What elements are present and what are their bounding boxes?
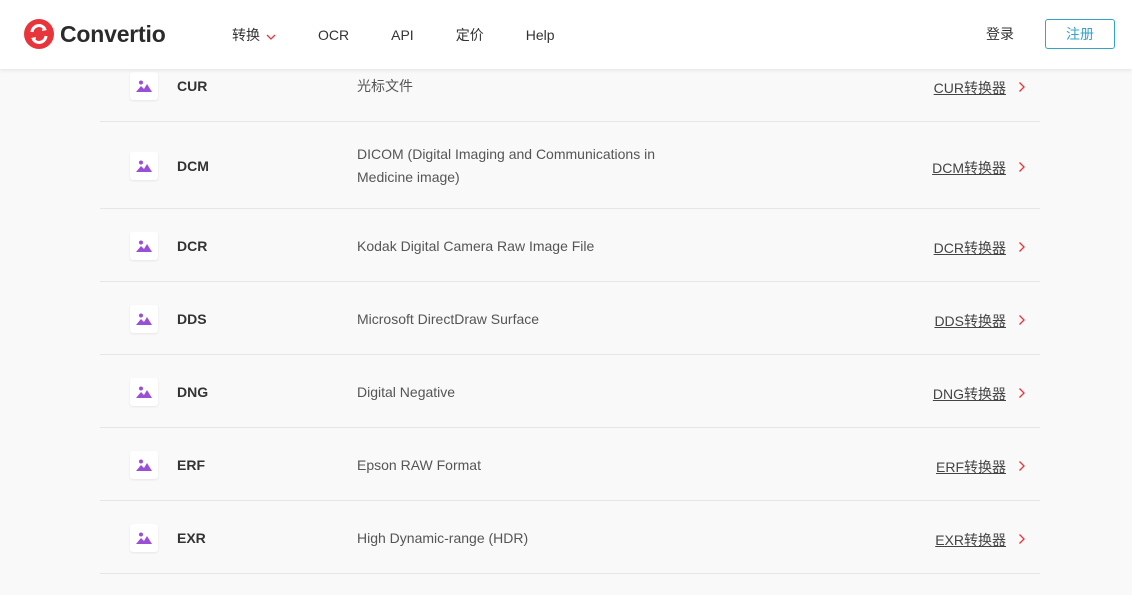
image-icon xyxy=(130,523,158,552)
converter-link[interactable]: DCR转换器 xyxy=(934,238,1006,258)
format-ext: DCR xyxy=(177,237,208,254)
format-ext: DDS xyxy=(177,310,207,327)
site-header: Convertio 转换 OCR API 定价 Help 登录 注册 xyxy=(0,0,1132,69)
image-icon xyxy=(130,450,158,479)
format-ext: DNG xyxy=(177,383,209,400)
chevron-down-icon xyxy=(266,27,276,43)
chevron-right-icon[interactable] xyxy=(1018,240,1026,252)
format-description: Microsoft DirectDraw Surface xyxy=(357,310,540,327)
chevron-right-icon[interactable] xyxy=(1018,386,1026,398)
chevron-right-icon[interactable] xyxy=(1018,160,1026,172)
nav-item-convert[interactable]: 转换 xyxy=(232,25,276,45)
nav-item-ocr[interactable]: OCR xyxy=(318,27,349,43)
format-row: DCR Kodak Digital Camera Raw Image File DC… xyxy=(100,209,1040,282)
format-row: DNG Digital Negative DNG转换器 xyxy=(100,355,1040,428)
logo-text: Convertio xyxy=(60,20,166,47)
nav-item-api[interactable]: API xyxy=(391,27,414,43)
format-description: 光标文件 xyxy=(357,78,413,94)
format-row: EXR High Dynamic-range (HDR) EXR转换器 xyxy=(100,501,1040,574)
format-row: ERF Epson RAW Format ERF转换器 xyxy=(100,428,1040,501)
format-description: DICOM (Digital Imaging and Communication… xyxy=(357,145,655,185)
image-icon xyxy=(130,151,158,180)
nav-item-help[interactable]: Help xyxy=(526,27,555,43)
converter-link[interactable]: DDS转换器 xyxy=(934,311,1006,331)
format-description: Digital Negative xyxy=(357,383,456,400)
converter-link[interactable]: DCM转换器 xyxy=(932,158,1006,178)
image-icon xyxy=(130,72,158,100)
image-icon xyxy=(130,231,158,260)
format-description: Kodak Digital Camera Raw Image File xyxy=(357,237,595,254)
chevron-right-icon[interactable] xyxy=(1018,532,1026,544)
format-ext: CUR xyxy=(177,78,208,94)
format-row: DDS Microsoft DirectDraw Surface DDS转换器 xyxy=(100,282,1040,355)
image-icon xyxy=(130,377,158,406)
format-list: CUR 光标文件 CUR转换器 DCM DICOM (Digital Imaging a… xyxy=(100,50,1040,574)
chevron-right-icon[interactable] xyxy=(1018,80,1026,92)
converter-link[interactable]: ERF转换器 xyxy=(936,457,1006,477)
nav-item-label: 转换 xyxy=(232,26,260,43)
logo[interactable]: Convertio xyxy=(24,18,166,50)
nav-item-pricing[interactable]: 定价 xyxy=(456,25,484,45)
image-icon xyxy=(130,304,158,333)
converter-link[interactable]: CUR转换器 xyxy=(934,78,1006,98)
format-row: DCM DICOM (Digital Imaging and Communicat… xyxy=(100,122,1040,209)
converter-link[interactable]: DNG转换器 xyxy=(933,384,1006,404)
format-description: High Dynamic-range (HDR) xyxy=(357,529,529,546)
format-description: Epson RAW Format xyxy=(357,456,481,473)
converter-link[interactable]: EXR转换器 xyxy=(935,530,1006,550)
login-link[interactable]: 登录 xyxy=(986,24,1014,44)
chevron-right-icon[interactable] xyxy=(1018,459,1026,471)
main-nav: 转换 OCR API 定价 Help xyxy=(232,0,597,69)
chevron-right-icon[interactable] xyxy=(1018,313,1026,325)
format-ext: DCM xyxy=(177,157,209,174)
signup-button[interactable]: 注册 xyxy=(1045,19,1115,49)
format-ext: EXR xyxy=(177,529,206,546)
logo-icon xyxy=(24,19,54,49)
format-ext: ERF xyxy=(177,456,205,473)
